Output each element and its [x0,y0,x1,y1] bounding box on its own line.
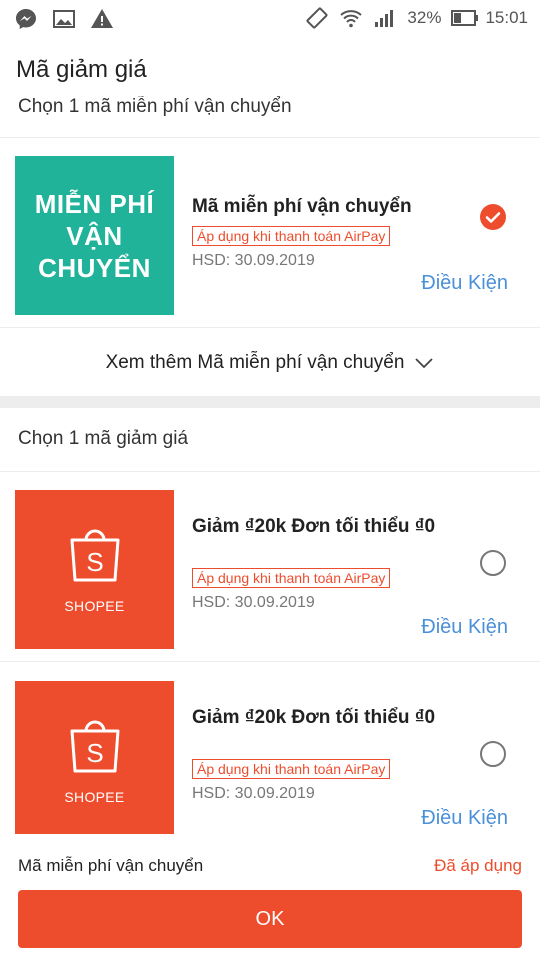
shopee-caption: SHOPEE [64,788,125,805]
status-bar: 32% 15:01 [0,0,540,38]
wifi-icon [339,6,363,30]
chevron-down-icon [415,358,434,369]
shopee-thumbnail: S SHOPEE [15,681,174,834]
terms-link[interactable]: Điều Kiện [421,272,508,295]
voucher-title: Mã miễn phí vận chuyển [192,196,412,217]
discount-voucher[interactable]: S SHOPEE Giảm ₫20k Đơn tối thiểu ₫0 Áp d… [0,663,540,834]
battery-percent: 32% [407,8,442,27]
shopee-thumbnail: S SHOPEE [15,490,174,649]
discount-section-heading: Chọn 1 mã giảm giá [0,408,540,472]
free-shipping-thumbnail: MIỄN PHÍ VẬN CHUYỂN [15,156,174,315]
warning-icon [90,7,114,31]
free-shipping-thumb-text: MIỄN PHÍ VẬN CHUYỂN [34,188,155,283]
battery-icon [451,6,479,30]
airpay-tag: Áp dụng khi thanh toán AirPay [192,568,391,588]
shopee-bag-icon: S [70,529,119,581]
image-icon [52,7,76,31]
shipping-section-title: Chọn 1 mã miễn phí vận chuyển [18,96,292,117]
footer-bar: Mã miễn phí vận chuyển Đã áp dụng OK [0,834,540,960]
section-divider [0,396,540,408]
voucher-expiry: HSD: 30.09.2019 [192,252,315,269]
terms-link[interactable]: Điều Kiện [421,807,508,830]
shipping-voucher[interactable]: MIỄN PHÍ VẬN CHUYỂN Mã miễn phí vận chuy… [0,138,540,328]
applied-voucher-label: Mã miễn phí vận chuyển [18,856,204,875]
vibrate-icon [305,6,329,30]
see-more-label: Xem thêm Mã miễn phí vận chuyển [105,352,405,373]
discount-section-title: Chọn 1 mã giảm giá [18,428,189,449]
voucher-radio-selected[interactable] [480,204,506,230]
terms-link[interactable]: Điều Kiện [421,616,508,639]
voucher-expiry: HSD: 30.09.2019 [192,785,315,802]
voucher-list[interactable]: Chọn 1 mã miễn phí vận chuyển MIỄN PHÍ V… [0,96,540,834]
voucher-title: Giảm ₫20k Đơn tối thiểu ₫0 [192,516,436,537]
applied-status: Đã áp dụng [434,856,522,875]
discount-voucher[interactable]: S SHOPEE Giảm ₫20k Đơn tối thiểu ₫0 Áp d… [0,472,540,662]
check-icon [485,212,501,223]
svg-text:S: S [86,738,103,768]
shopee-caption: SHOPEE [64,597,125,614]
page-title: Mã giảm giá [16,56,147,83]
svg-text:S: S [86,547,103,577]
messenger-icon [14,7,38,31]
voucher-expiry: HSD: 30.09.2019 [192,594,315,611]
airpay-tag: Áp dụng khi thanh toán AirPay [192,226,391,246]
signal-icon [373,6,397,30]
ok-button[interactable]: OK [18,890,522,948]
shipping-section-heading: Chọn 1 mã miễn phí vận chuyển [0,96,540,138]
shopee-bag-icon: S [70,720,119,772]
voucher-radio[interactable] [480,550,506,576]
airpay-tag: Áp dụng khi thanh toán AirPay [192,759,391,779]
voucher-title: Giảm ₫20k Đơn tối thiểu ₫0 [192,707,436,728]
app-header: Mã giảm giá [0,38,540,96]
voucher-radio[interactable] [480,741,506,767]
see-more-shipping[interactable]: Xem thêm Mã miễn phí vận chuyển [0,330,540,396]
status-time: 15:01 [485,8,528,27]
